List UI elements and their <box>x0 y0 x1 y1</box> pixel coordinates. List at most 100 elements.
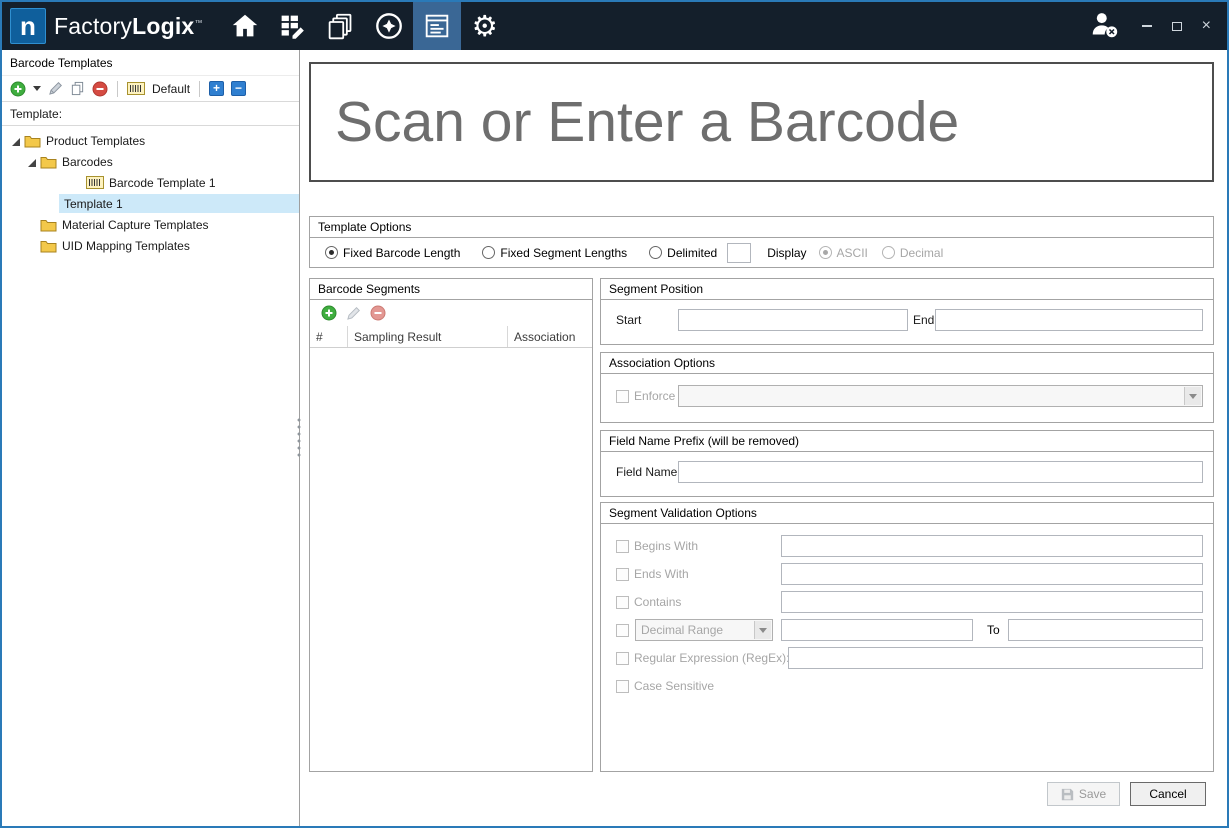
begins-with-row: Begins With <box>601 532 1213 560</box>
range-type-value: Decimal Range <box>636 620 772 640</box>
template-options-group: Template Options Fixed Barcode Length Fi… <box>309 216 1214 268</box>
expander-icon[interactable] <box>26 157 36 167</box>
field-name-prefix-group: Field Name Prefix (will be removed) Fiel… <box>600 430 1214 497</box>
remove-segment-button[interactable] <box>370 305 386 321</box>
fixed-segment-lengths-radio[interactable] <box>482 246 495 259</box>
expand-all-button[interactable]: + <box>209 81 224 96</box>
delimited-radio[interactable] <box>649 246 662 259</box>
ends-with-input[interactable] <box>781 563 1203 585</box>
home-icon[interactable] <box>221 2 269 50</box>
tree-item-product-templates[interactable]: Product Templates <box>2 130 299 151</box>
folder-icon <box>40 218 57 232</box>
cancel-button[interactable]: Cancel <box>1130 782 1206 806</box>
range-checkbox[interactable] <box>616 624 629 637</box>
display-decimal-radio[interactable] <box>882 246 895 259</box>
delimiter-input[interactable] <box>727 243 751 263</box>
column-header-number[interactable]: # <box>310 326 348 347</box>
fixed-barcode-length-radio[interactable] <box>325 246 338 259</box>
add-segment-button[interactable] <box>321 305 337 321</box>
templates-icon[interactable] <box>413 2 461 50</box>
segments-toolbar <box>310 300 592 326</box>
save-button[interactable]: Save <box>1047 782 1120 806</box>
default-barcode-icon <box>127 82 145 95</box>
template-section-label: Template: <box>2 102 299 126</box>
minimize-icon <box>1142 25 1152 27</box>
combobox-dropdown-button[interactable] <box>754 621 771 639</box>
tree-item-template-1-selected[interactable]: Template 1 <box>2 193 299 214</box>
toolbar-separator <box>117 81 118 97</box>
tree-item-uid-mapping-templates[interactable]: UID Mapping Templates <box>2 235 299 256</box>
barcode-scan-box[interactable]: Scan or Enter a Barcode <box>309 62 1214 182</box>
regex-checkbox[interactable] <box>616 652 629 665</box>
remove-template-button[interactable] <box>92 81 108 97</box>
tree-item-barcode-template-1[interactable]: Barcode Template 1 <box>2 172 299 193</box>
end-input[interactable] <box>935 309 1203 331</box>
column-header-association[interactable]: Association <box>508 326 592 347</box>
user-status-icon[interactable] <box>1089 10 1120 42</box>
templates-icon <box>422 11 452 41</box>
range-type-combobox[interactable]: Decimal Range <box>635 619 773 641</box>
regex-input[interactable] <box>788 647 1203 669</box>
contains-input[interactable] <box>781 591 1203 613</box>
window-controls: × <box>1142 19 1211 33</box>
enforce-checkbox[interactable] <box>616 390 629 403</box>
navigator-icon[interactable] <box>365 2 413 50</box>
toolbar-separator <box>199 81 200 97</box>
association-combobox[interactable] <box>678 385 1203 407</box>
field-name-input[interactable] <box>678 461 1203 483</box>
maximize-button[interactable] <box>1172 19 1182 33</box>
close-button[interactable]: × <box>1202 19 1211 33</box>
field-name-label: Field Name <box>616 465 677 479</box>
materials-icon <box>326 12 355 41</box>
add-template-button[interactable] <box>10 81 26 97</box>
barcode-icon <box>86 176 104 189</box>
group-title: Association Options <box>601 353 1213 374</box>
app-window: n FactoryLogix™ <box>0 0 1229 828</box>
start-input[interactable] <box>678 309 908 331</box>
range-to-input[interactable] <box>1008 619 1203 641</box>
sidebar-title: Barcode Templates <box>2 50 299 76</box>
tree-item-material-capture-templates[interactable]: Material Capture Templates <box>2 214 299 235</box>
begins-with-checkbox[interactable] <box>616 540 629 553</box>
ends-with-checkbox[interactable] <box>616 568 629 581</box>
template-tree: Product Templates Barcodes Barcode Templ… <box>2 126 299 256</box>
edit-pencil-icon <box>346 306 361 321</box>
remove-icon <box>92 81 108 97</box>
regex-label: Regular Expression (RegEx): <box>634 651 789 665</box>
edit-pencil-icon <box>48 81 63 96</box>
settings-gear-icon[interactable]: ⚙ <box>461 2 509 50</box>
close-icon: × <box>1202 19 1211 33</box>
tree-item-label: UID Mapping Templates <box>62 239 190 253</box>
column-header-sampling-result[interactable]: Sampling Result <box>348 326 508 347</box>
collapse-all-button[interactable]: − <box>231 81 246 96</box>
production-icon[interactable] <box>269 2 317 50</box>
add-dropdown-caret-icon[interactable] <box>33 86 41 91</box>
copy-template-button[interactable] <box>70 81 85 96</box>
range-from-input[interactable] <box>781 619 973 641</box>
materials-icon[interactable] <box>317 2 365 50</box>
edit-segment-button[interactable] <box>346 306 361 321</box>
begins-with-input[interactable] <box>781 535 1203 557</box>
contains-checkbox[interactable] <box>616 596 629 609</box>
combobox-dropdown-button[interactable] <box>1184 387 1201 405</box>
remove-icon <box>370 305 386 321</box>
folder-icon <box>40 239 57 253</box>
group-title: Barcode Segments <box>310 279 592 300</box>
tree-item-barcodes[interactable]: Barcodes <box>2 151 299 172</box>
tree-item-label: Material Capture Templates <box>62 218 209 232</box>
sidebar: Barcode Templates Default + − <box>2 50 300 826</box>
logo-letter: n <box>20 11 36 42</box>
edit-template-button[interactable] <box>48 81 63 96</box>
segment-position-group: Segment Position Start End <box>600 278 1214 345</box>
case-sensitive-checkbox[interactable] <box>616 680 629 693</box>
production-icon <box>278 12 307 41</box>
minimize-button[interactable] <box>1142 19 1152 33</box>
ends-with-label: Ends With <box>634 567 689 581</box>
barcode-segments-group: Barcode Segments # Sampling Result Assoc… <box>309 278 593 772</box>
enforce-label: Enforce <box>634 389 675 403</box>
expander-icon[interactable] <box>10 136 20 146</box>
display-ascii-radio[interactable] <box>819 246 832 259</box>
delimited-label: Delimited <box>667 246 717 260</box>
case-sensitive-row: Case Sensitive <box>601 672 1213 700</box>
fixed-barcode-length-label: Fixed Barcode Length <box>343 246 460 260</box>
